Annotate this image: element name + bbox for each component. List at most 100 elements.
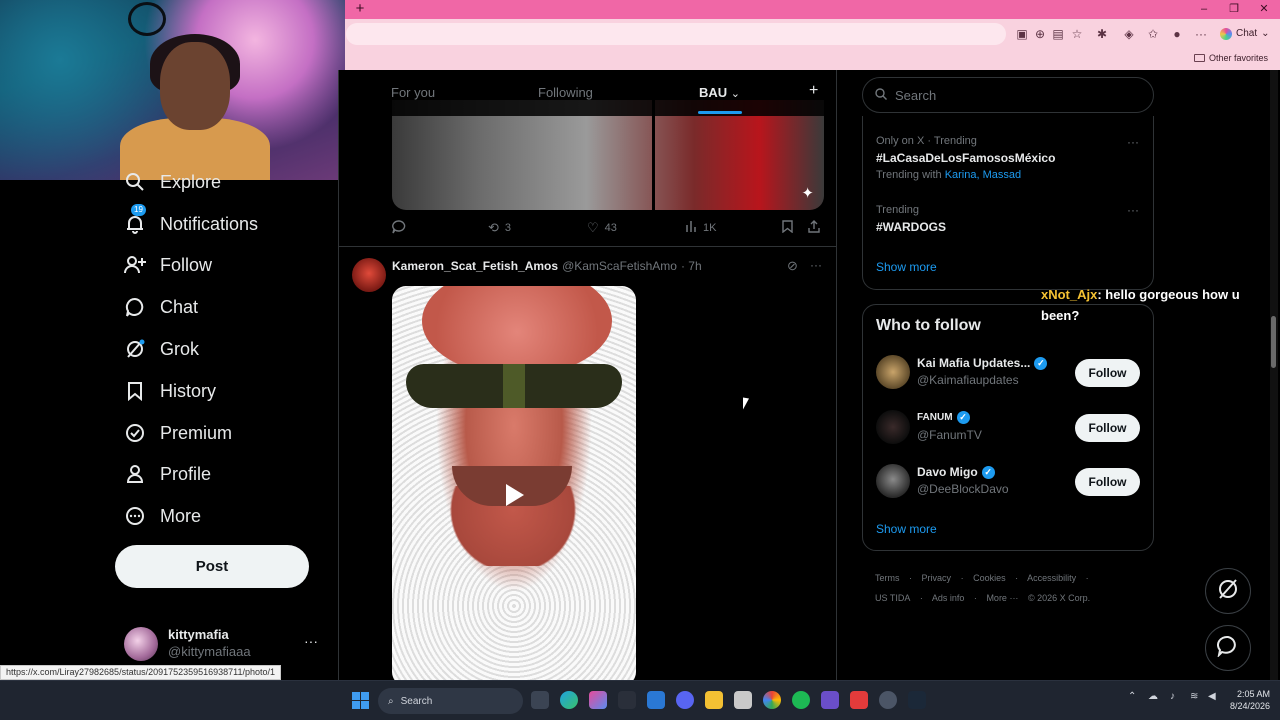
split-screen-icon[interactable]: ▣ [1014,26,1030,42]
copilot-icon[interactable] [589,691,607,709]
sidebar-item-premium[interactable]: Premium [124,418,232,448]
like-button[interactable]: ♡ 43 [587,220,617,236]
sidebar-item-grok[interactable]: Grok [124,334,199,364]
settings-more-icon[interactable]: ··· [1193,26,1209,42]
tweet-media-image[interactable]: ✦ [392,100,824,210]
app-icon[interactable] [821,691,839,709]
sidebar-item-notifications[interactable]: 19 Notifications [124,204,258,239]
chevron-up-icon[interactable]: ⌃ [1128,691,1136,702]
avatar[interactable] [352,258,386,292]
footer-link-accessibility[interactable]: Accessibility [1027,573,1076,583]
close-window-button[interactable]: ✕ [1254,1,1274,17]
start-button[interactable] [352,692,369,709]
sidebar-item-chat[interactable]: Chat [124,292,198,322]
app-icon[interactable] [734,691,752,709]
tab-following[interactable]: Following [538,85,593,100]
trend-item[interactable]: Trending #WARDOGS [876,204,946,234]
follow-suggestion[interactable]: Davo Migo ✓ @DeeBlockDavo Follow [876,464,1146,502]
address-input[interactable] [346,23,1006,45]
timeline-tabs: For you Following BAU ⌄ + [339,70,836,116]
sidebar-item-history[interactable]: History [124,376,216,406]
spotify-icon[interactable] [792,691,810,709]
share-button[interactable] [808,220,820,236]
other-favorites-button[interactable]: Other favorites [1193,53,1268,63]
store-icon[interactable] [647,691,665,709]
footer-link-us-tida[interactable]: US TIDA [875,593,910,603]
cloud-icon[interactable]: ☁ [1148,691,1158,702]
taskbar-search[interactable]: ⌕ Search [378,688,523,714]
app-icon[interactable] [879,691,897,709]
tab-bau[interactable]: BAU ⌄ [699,85,740,100]
copilot-chat-button[interactable]: Chat ⌄ [1216,24,1274,44]
follow-button[interactable]: Follow [1075,468,1140,496]
more-icon[interactable]: ··· [1127,135,1139,149]
trends-show-more-link[interactable]: Show more [876,260,937,274]
microphone-icon[interactable]: ♪ [1170,691,1175,702]
minimize-button[interactable]: – [1194,1,1214,17]
edge-icon[interactable] [560,691,578,709]
chrome-icon[interactable] [763,691,781,709]
views-button[interactable]: 1K [685,220,716,235]
post-button[interactable]: Post [115,545,309,588]
follow-button[interactable]: Follow [1075,414,1140,442]
tab-for-you[interactable]: For you [391,85,435,100]
restore-button[interactable]: ❐ [1224,1,1244,17]
new-tab-button[interactable]: + [352,0,368,19]
footer-link-privacy[interactable]: Privacy [922,573,952,583]
sidebar-item-explore[interactable]: Explore [124,167,221,197]
who-to-follow-show-more-link[interactable]: Show more [876,522,937,536]
video-glasses-shape [406,364,622,408]
follow-button[interactable]: Follow [1075,359,1140,387]
zoom-icon[interactable]: ⊕ [1032,26,1048,42]
follow-suggestion[interactable]: FANUM ✓ @FanumTV Follow [876,410,1146,448]
search-input[interactable]: Search [862,77,1154,113]
copilot-icon [1220,28,1232,40]
more-icon[interactable]: ··· [1127,203,1139,217]
extensions-icon[interactable]: ✱ [1094,26,1110,42]
bookmark-button[interactable] [782,220,793,236]
discord-icon[interactable] [676,691,694,709]
tweet-actions: ⟲ 3 ♡ 43 1K [392,220,832,240]
grok-float-button[interactable] [1205,568,1251,614]
file-explorer-icon[interactable] [705,691,723,709]
scrollbar-thumb[interactable] [1271,316,1276,368]
account-switcher[interactable]: kittymafia @kittymafiaaa ··· [124,627,324,663]
messages-float-button[interactable] [1205,625,1251,671]
reading-view-icon[interactable]: ▤ [1050,26,1066,42]
steam-icon[interactable] [908,691,926,709]
play-icon[interactable] [498,480,528,510]
trend-item[interactable]: Only on X · Trending #LaCasaDeLosFamosos… [876,135,1055,181]
wifi-icon[interactable]: ≋ [1190,691,1198,702]
taskbar-clock[interactable]: 2:05 AM 8/24/2026 [1226,688,1270,712]
tweet-time[interactable]: · 7h [681,259,702,273]
trend-related-links[interactable]: Karina, Massad [945,169,1021,181]
sidebar-item-more[interactable]: More [124,501,201,531]
app-icon[interactable] [618,691,636,709]
tweet-author-name[interactable]: Kameron_Scat_Fetish_Amos [392,259,558,273]
footer-link-cookies[interactable]: Cookies [973,573,1006,583]
profile-icon[interactable]: ● [1169,26,1185,42]
app-icon[interactable] [850,691,868,709]
tweet-author-handle[interactable]: @KamScaFetishAmo [562,259,677,273]
add-tab-button[interactable]: + [809,82,818,100]
sidebar-item-follow[interactable]: Follow [124,250,212,280]
task-view-icon[interactable] [531,691,549,709]
tweet-video[interactable] [392,286,636,680]
repost-button[interactable]: ⟲ 3 [488,220,511,236]
grok-icon [1217,578,1239,605]
footer-link-terms[interactable]: Terms [875,573,900,583]
favorite-star-icon[interactable]: ☆ [1069,26,1085,42]
volume-icon[interactable]: ◀ [1208,691,1216,702]
grok-sparkle-icon[interactable]: ✦ [801,184,814,202]
reply-button[interactable] [392,220,406,237]
page-scrollbar[interactable] [1270,70,1278,680]
follow-suggestion[interactable]: Kai Mafia Updates... ✓ @Kaimafiaupdates … [876,355,1146,393]
grok-icon[interactable]: ⊘ [787,258,798,274]
favorites-list-icon[interactable]: ✩ [1145,26,1161,42]
footer-link-more[interactable]: More ··· [986,593,1018,603]
sidebar-item-profile[interactable]: Profile [124,459,211,489]
wallet-icon[interactable]: ◈ [1121,26,1137,42]
more-icon[interactable]: ··· [810,258,822,272]
footer-link-ads-info[interactable]: Ads info [932,593,965,603]
more-icon[interactable]: ··· [304,633,318,649]
